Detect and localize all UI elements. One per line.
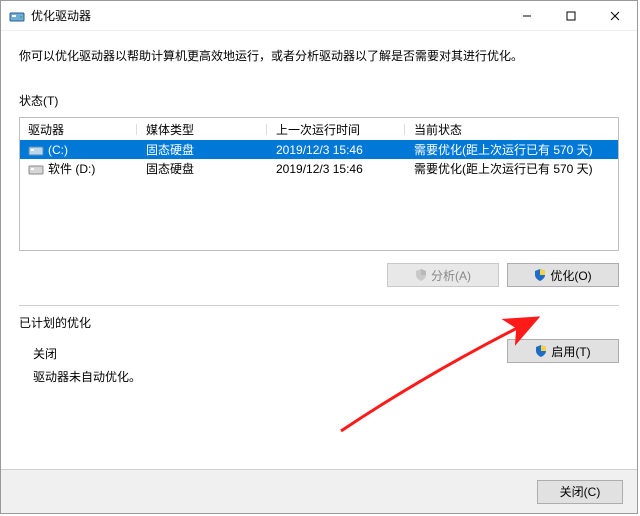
description-text: 你可以优化驱动器以帮助计算机更高效地运行，或者分析驱动器以了解是否需要对其进行优… — [19, 47, 619, 64]
close-button[interactable] — [593, 1, 637, 30]
content-area: 你可以优化驱动器以帮助计算机更高效地运行，或者分析驱动器以了解是否需要对其进行优… — [1, 31, 637, 513]
drive-name: (C:) — [48, 143, 68, 157]
window-controls — [505, 1, 637, 30]
header-drive[interactable]: 驱动器 — [20, 121, 138, 138]
shield-icon — [415, 269, 427, 281]
optimize-drives-window: 优化驱动器 你可以优化驱动器以帮助计算机更高效地运行，或者分析驱动器以了解是否需… — [0, 0, 638, 514]
optimize-button[interactable]: 优化(O) — [507, 263, 619, 287]
drive-icon — [28, 143, 44, 157]
table-row[interactable]: 软件 (D:) 固态硬盘 2019/12/3 15:46 需要优化(距上次运行已… — [20, 159, 618, 178]
header-media[interactable]: 媒体类型 — [138, 121, 268, 138]
drive-last-run: 2019/12/3 15:46 — [268, 143, 406, 157]
drive-status: 需要优化(距上次运行已有 570 天) — [406, 141, 618, 158]
status-label: 状态(T) — [19, 92, 619, 109]
maximize-button[interactable] — [549, 1, 593, 30]
shield-icon — [534, 269, 546, 281]
minimize-button[interactable] — [505, 1, 549, 30]
drive-status: 需要优化(距上次运行已有 570 天) — [406, 160, 618, 177]
drive-media: 固态硬盘 — [138, 141, 268, 158]
shield-icon — [535, 345, 547, 357]
drive-last-run: 2019/12/3 15:46 — [268, 162, 406, 176]
scheduled-heading: 已计划的优化 — [19, 314, 619, 331]
titlebar: 优化驱动器 — [1, 1, 637, 31]
bottom-bar: 关闭(C) — [1, 469, 637, 513]
close-dialog-button[interactable]: 关闭(C) — [537, 480, 623, 504]
drive-name: 软件 (D:) — [48, 160, 95, 177]
analyze-button[interactable]: 分析(A) — [387, 263, 499, 287]
scheduled-block: 关闭 驱动器未自动优化。 启用(T) — [19, 339, 619, 385]
table-row[interactable]: (C:) 固态硬盘 2019/12/3 15:46 需要优化(距上次运行已有 5… — [20, 140, 618, 159]
scheduled-note: 驱动器未自动优化。 — [33, 368, 141, 385]
divider — [19, 305, 619, 306]
header-current-status[interactable]: 当前状态 — [406, 121, 618, 138]
window-title: 优化驱动器 — [31, 7, 505, 24]
app-icon — [9, 8, 25, 24]
drive-icon — [28, 162, 44, 176]
action-buttons: 分析(A) 优化(O) — [19, 263, 619, 287]
enable-button[interactable]: 启用(T) — [507, 339, 619, 363]
drive-media: 固态硬盘 — [138, 160, 268, 177]
table-headers: 驱动器 媒体类型 上一次运行时间 当前状态 — [20, 118, 618, 140]
scheduled-status: 关闭 — [33, 345, 141, 362]
drive-table: 驱动器 媒体类型 上一次运行时间 当前状态 (C:) 固态硬盘 2019/12/… — [19, 117, 619, 251]
header-last-run[interactable]: 上一次运行时间 — [268, 121, 406, 138]
scheduled-text: 关闭 驱动器未自动优化。 — [19, 339, 141, 385]
